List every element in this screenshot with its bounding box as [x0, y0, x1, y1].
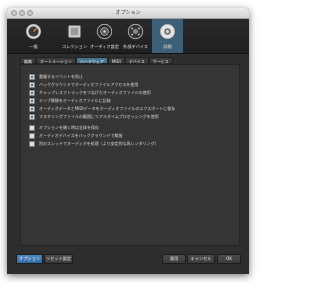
toolbar-external-devices-button[interactable]: 外部デバイス — [120, 19, 151, 53]
options-toolbar: 一般 コレクション オーディオ設定 外部デバイス 詳細 — [7, 19, 249, 54]
option-checkbox[interactable] — [29, 106, 35, 112]
option-row[interactable]: 別のスレッドでオーディオを処理（より安定的な再レンダリング） — [29, 141, 159, 147]
options-tab-bar: 編集 オートメーション ハードウェア MIDI デバイス サービス — [20, 57, 173, 64]
tab-automation[interactable]: オートメーション — [36, 57, 76, 64]
toolbar-advanced-button[interactable]: 詳細 — [152, 19, 183, 53]
option-row[interactable]: マスタリングファイルの範囲にリアルタイムプロセッシングを使用 — [29, 114, 159, 120]
toolbar-advanced-label: 詳細 — [163, 44, 172, 49]
option-checkbox[interactable] — [29, 82, 35, 88]
option-checkbox[interactable] — [29, 98, 35, 104]
option-checkbox[interactable] — [29, 114, 35, 120]
option-row[interactable]: バックグラウンドでオーディオファイルアクセスを使用 — [29, 82, 138, 88]
gauge-icon — [25, 23, 42, 40]
hardware-options-panel: 重複するイベントを防止 バックグラウンドでオーディオファイルアクセスを使用 ギャ… — [20, 64, 240, 246]
option-label: マスタリングファイルの範囲にリアルタイムプロセッシングを使用 — [39, 114, 159, 119]
option-label: バックグラウンドでオーディオファイルアクセスを使用 — [39, 82, 139, 87]
option-label: オーディオデータとMIDIデータをオーディオファイルのエクスポートに保存 — [39, 106, 176, 111]
option-row[interactable]: テンプ情報をオーディオファイルに記録 — [29, 98, 111, 104]
option-label: 別のスレッドでオーディオを処理（より安定的な再レンダリング） — [39, 141, 159, 146]
window-title: オプション — [115, 10, 141, 16]
option-row[interactable]: 重複するイベントを防止 — [29, 74, 83, 80]
tab-services[interactable]: サービス — [148, 57, 173, 64]
tab-devices[interactable]: デバイス — [124, 57, 149, 64]
option-checkbox[interactable] — [29, 90, 35, 96]
option-label: ギャップレスでトラックをつなげたオーディオファイルの使用 — [39, 90, 151, 95]
collection-icon — [68, 25, 81, 38]
option-checkbox[interactable] — [29, 133, 35, 139]
option-row[interactable]: オーディオデータとMIDIデータをオーディオファイルのエクスポートに保存 — [29, 106, 175, 112]
option-label: オーディオデバイスをバックグラウンドで解放 — [39, 133, 123, 138]
options-window: オプション 一般 コレクション オーディオ設定 外部デバイス 詳細 編集 オート… — [7, 8, 249, 274]
option-row[interactable]: ギャップレスでトラックをつなげたオーディオファイルの使用 — [29, 90, 151, 96]
option-label: 重複するイベントを防止 — [39, 74, 83, 79]
tab-hardware[interactable]: ハードウェア — [75, 57, 108, 64]
option-row[interactable]: オーディオデバイスをバックグラウンドで解放 — [29, 133, 122, 139]
toolbar-general-label: 一般 — [29, 44, 38, 49]
option-checkbox[interactable] — [29, 141, 35, 147]
reset-settings-button[interactable]: リセット設定 — [44, 254, 73, 264]
title-bar: オプション — [7, 8, 249, 19]
speaker-icon — [96, 23, 113, 40]
option-label: オプションを開く時は全体を保存 — [39, 125, 99, 130]
tab-midi[interactable]: MIDI — [107, 57, 125, 64]
option-checkbox[interactable] — [29, 74, 35, 80]
options-help-button[interactable]: オプション — [16, 254, 43, 264]
advanced-gear-icon — [159, 23, 176, 40]
toolbar-general-button[interactable]: 一般 — [18, 19, 49, 53]
cancel-button[interactable]: キャンセル — [187, 254, 215, 264]
ok-button[interactable]: OK — [217, 254, 241, 264]
option-row[interactable]: オプションを開く時は全体を保存 — [29, 125, 99, 131]
option-label: テンプ情報をオーディオファイルに記録 — [39, 98, 111, 103]
apply-button[interactable]: 適用 — [162, 254, 186, 264]
tab-edit[interactable]: 編集 — [20, 57, 36, 64]
device-icon — [127, 23, 144, 40]
option-checkbox[interactable] — [29, 125, 35, 131]
